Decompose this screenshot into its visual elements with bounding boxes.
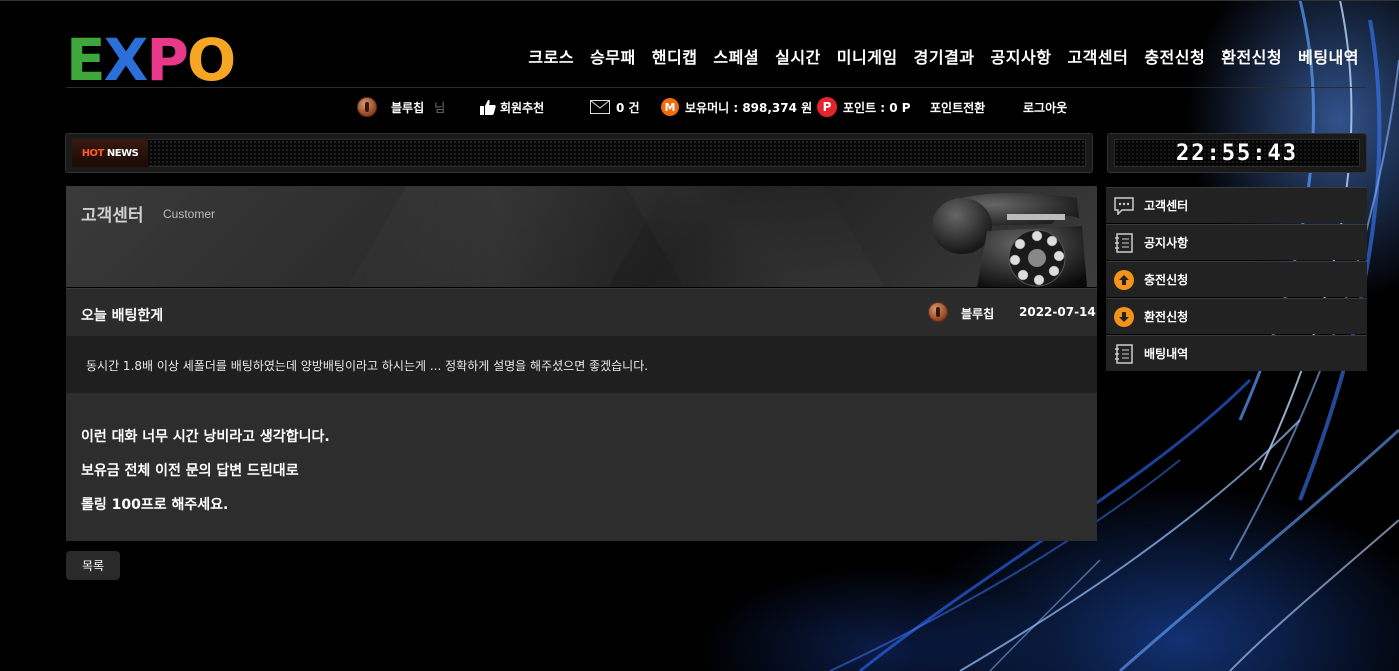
hot-news-ticker: HOT NEWS (65, 133, 1093, 173)
post-date: 2022-07-14 (1019, 305, 1096, 319)
thumbs-up-icon (480, 100, 496, 115)
nav-live[interactable]: 실시간 (775, 44, 821, 68)
nav-win-draw-lose[interactable]: 승무패 (590, 44, 636, 68)
points-convert-label: 포인트전환 (930, 100, 986, 115)
hot-label: HOT (81, 147, 105, 159)
envelope-icon (590, 100, 610, 114)
money-label: 보유머니 : 898,374 원 (685, 100, 813, 115)
clock-time: 22:55:43 (1114, 139, 1360, 167)
answer-line: 보유금 전체 이전 문의 답변 드린대로 (81, 463, 299, 479)
hot-news-badge: HOT NEWS (72, 139, 148, 167)
nav-bet-history[interactable]: 베팅내역 (1298, 44, 1359, 68)
main-nav: 크로스 승무패 핸디캡 스페셜 실시간 미니게임 경기결과 공지사항 고객센터 … (512, 44, 1359, 68)
notebook-icon (1114, 232, 1134, 253)
logo-letter-x: X (103, 26, 149, 94)
nav-withdraw[interactable]: 환전신청 (1221, 44, 1282, 68)
points-convert-link[interactable]: 포인트전환 (930, 95, 985, 119)
side-item-withdraw[interactable]: 환전신청 (1106, 298, 1367, 334)
side-menu: 고객센터 공지사항 충전신청 환전신청 배팅내역 (1106, 187, 1367, 372)
side-item-label: 충전신청 (1144, 273, 1189, 287)
logo-letter-p: P (146, 26, 188, 94)
telephone-icon (932, 193, 1087, 287)
nav-cross[interactable]: 크로스 (528, 44, 574, 68)
side-item-label: 공지사항 (1144, 236, 1189, 250)
recommend-label: 회원추천 (500, 100, 545, 115)
top-border (0, 0, 1399, 1)
side-item-customer-center[interactable]: 고객센터 (1106, 187, 1367, 223)
username: 블루칩 (391, 100, 425, 115)
side-item-bet-history[interactable]: 배팅내역 (1106, 335, 1367, 371)
nav-special[interactable]: 스페셜 (713, 44, 759, 68)
arrow-down-circle-icon (1114, 306, 1134, 327)
post-answer: 이런 대화 너무 시간 낭비라고 생각합니다. 보유금 전체 이전 문의 답변 … (66, 393, 1097, 541)
chat-bubble-icon (1114, 196, 1134, 216)
expo-logo[interactable]: E X P O (66, 26, 236, 94)
digital-clock: 22:55:43 (1107, 133, 1367, 173)
notebook-icon (1114, 343, 1134, 364)
honorific: 님 (434, 100, 446, 115)
side-item-notice[interactable]: 공지사항 (1106, 224, 1367, 260)
nav-deposit[interactable]: 충전신청 (1144, 44, 1205, 68)
post-title: 오늘 배팅한게 (81, 308, 164, 324)
nav-minigame[interactable]: 미니게임 (837, 44, 898, 68)
arrow-up-circle-icon (1114, 269, 1134, 290)
post-author: 블루칩 (961, 307, 995, 321)
nav-notice[interactable]: 공지사항 (991, 44, 1052, 68)
post-header: 오늘 배팅한게 블루칩 2022-07-14 (66, 288, 1097, 337)
news-label: NEWS (106, 147, 139, 159)
logout-link[interactable]: 로그아웃 (1023, 95, 1067, 119)
post-question: 동시간 1.8배 이상 세폴더를 배팅하였는데 양방배팅이라고 하시는게 ...… (66, 336, 1097, 393)
logo-letter-o: O (186, 26, 236, 94)
points-label: 포인트 : 0 P (843, 100, 911, 115)
side-item-label: 고객센터 (1144, 199, 1189, 213)
header-divider (66, 87, 1365, 88)
logout-label: 로그아웃 (1023, 100, 1068, 115)
user-level-icon (357, 97, 377, 117)
banner-streak (602, 186, 930, 287)
message-count: 0 건 (616, 100, 640, 115)
money-info: M 보유머니 : 898,374 원 (661, 95, 812, 119)
list-button[interactable]: 목록 (66, 551, 120, 580)
answer-line: 롤링 100프로 해주세요. (81, 497, 229, 513)
nav-results[interactable]: 경기결과 (914, 44, 975, 68)
board-header-banner: 고객센터 Customer (66, 186, 1097, 287)
author-level-icon (928, 302, 948, 322)
recommend-link[interactable]: 회원추천 (480, 95, 544, 119)
messages-link[interactable]: 0 건 (590, 95, 640, 119)
points-info: P 포인트 : 0 P (817, 95, 911, 119)
side-item-label: 환전신청 (1144, 310, 1189, 324)
banner-streak (302, 186, 690, 287)
user-info: 블루칩 님 (357, 95, 445, 119)
nav-handicap[interactable]: 핸디캡 (652, 44, 698, 68)
board-subtitle: Customer (163, 207, 216, 221)
side-item-deposit[interactable]: 충전신청 (1106, 261, 1367, 297)
side-item-label: 배팅내역 (1144, 347, 1189, 361)
logo-letter-e: E (66, 26, 106, 94)
points-icon: P (817, 97, 837, 117)
answer-line: 이런 대화 너무 시간 낭비라고 생각합니다. (81, 429, 330, 445)
ticker-display (72, 139, 1086, 167)
question-text: 동시간 1.8배 이상 세폴더를 배팅하였는데 양방배팅이라고 하시는게 ...… (86, 359, 649, 373)
board-title: 고객센터 (81, 206, 144, 226)
money-icon: M (661, 98, 679, 116)
nav-customer-center[interactable]: 고객센터 (1067, 44, 1128, 68)
